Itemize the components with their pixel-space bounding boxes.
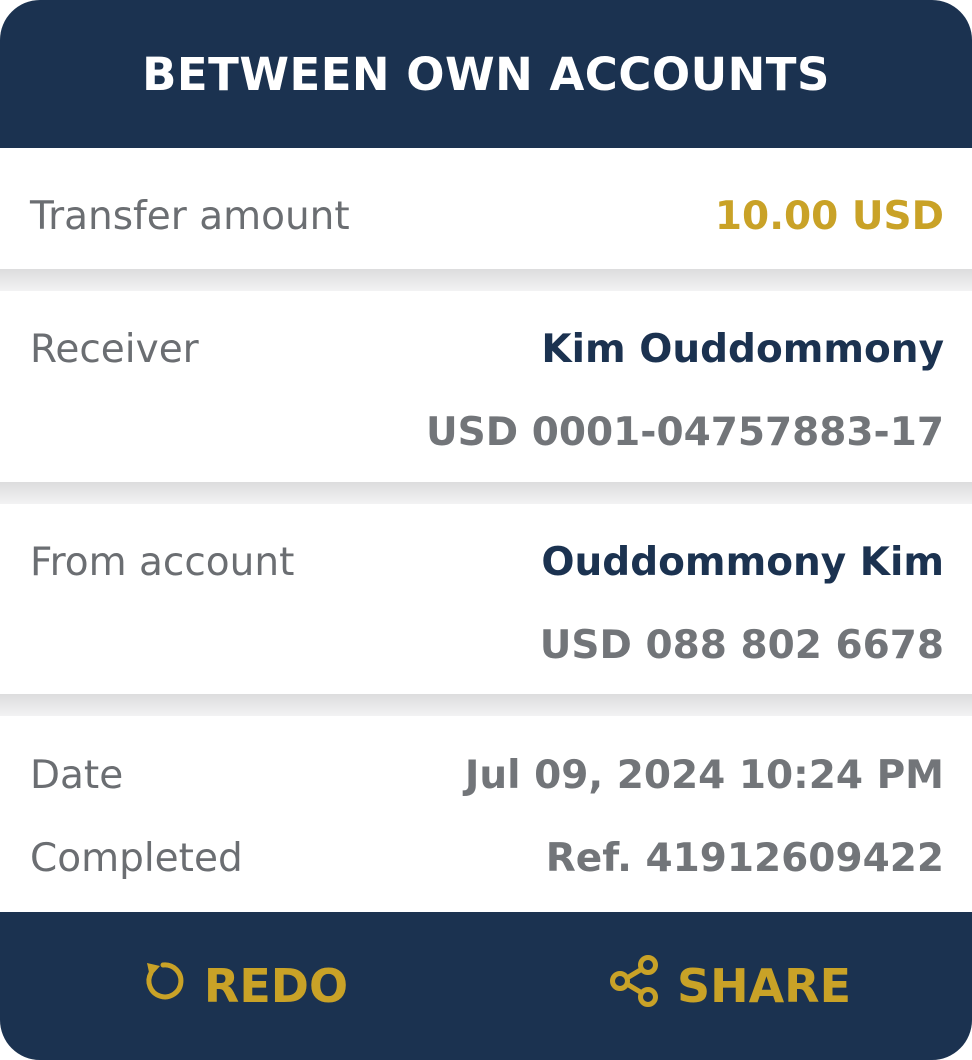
transfer-amount-value: 10.00 USD bbox=[714, 194, 944, 239]
receiver-account-number: USD 0001-04757883-17 bbox=[426, 410, 944, 455]
from-account-label: From account bbox=[30, 540, 295, 585]
from-account-number: USD 088 802 6678 bbox=[539, 623, 944, 668]
share-icon bbox=[607, 954, 677, 1019]
date-value: Jul 09, 2024 10:24 PM bbox=[464, 753, 944, 798]
from-account-name: Ouddommony Kim bbox=[541, 540, 944, 585]
section-divider bbox=[0, 269, 972, 291]
receiver-name: Kim Ouddommony bbox=[541, 327, 944, 372]
redo-icon bbox=[138, 956, 204, 1017]
section-divider bbox=[0, 694, 972, 716]
share-label: SHARE bbox=[676, 959, 852, 1013]
share-button[interactable]: SHARE bbox=[486, 912, 972, 1060]
transfer-amount-row: Transfer amount 10.00 USD bbox=[0, 148, 972, 269]
transfer-amount-label: Transfer amount bbox=[30, 194, 350, 239]
reference-number: Ref. 41912609422 bbox=[545, 836, 944, 881]
receiver-section: Receiver Kim Ouddommony USD 0001-0475788… bbox=[0, 291, 972, 482]
action-bar: REDO SHARE bbox=[0, 912, 972, 1060]
status-label: Completed bbox=[30, 836, 243, 881]
receiver-label: Receiver bbox=[30, 327, 199, 372]
redo-label: REDO bbox=[203, 959, 349, 1013]
transfer-receipt-card: BETWEEN OWN ACCOUNTS Transfer amount 10.… bbox=[0, 0, 972, 1060]
date-label: Date bbox=[30, 753, 124, 798]
redo-button[interactable]: REDO bbox=[0, 912, 486, 1060]
section-divider bbox=[0, 482, 972, 504]
header-bar: BETWEEN OWN ACCOUNTS bbox=[0, 0, 972, 148]
from-account-section: From account Ouddommony Kim USD 088 802 … bbox=[0, 504, 972, 694]
transaction-details-section: Date Jul 09, 2024 10:24 PM Completed Ref… bbox=[0, 716, 972, 912]
page-title: BETWEEN OWN ACCOUNTS bbox=[142, 47, 830, 101]
